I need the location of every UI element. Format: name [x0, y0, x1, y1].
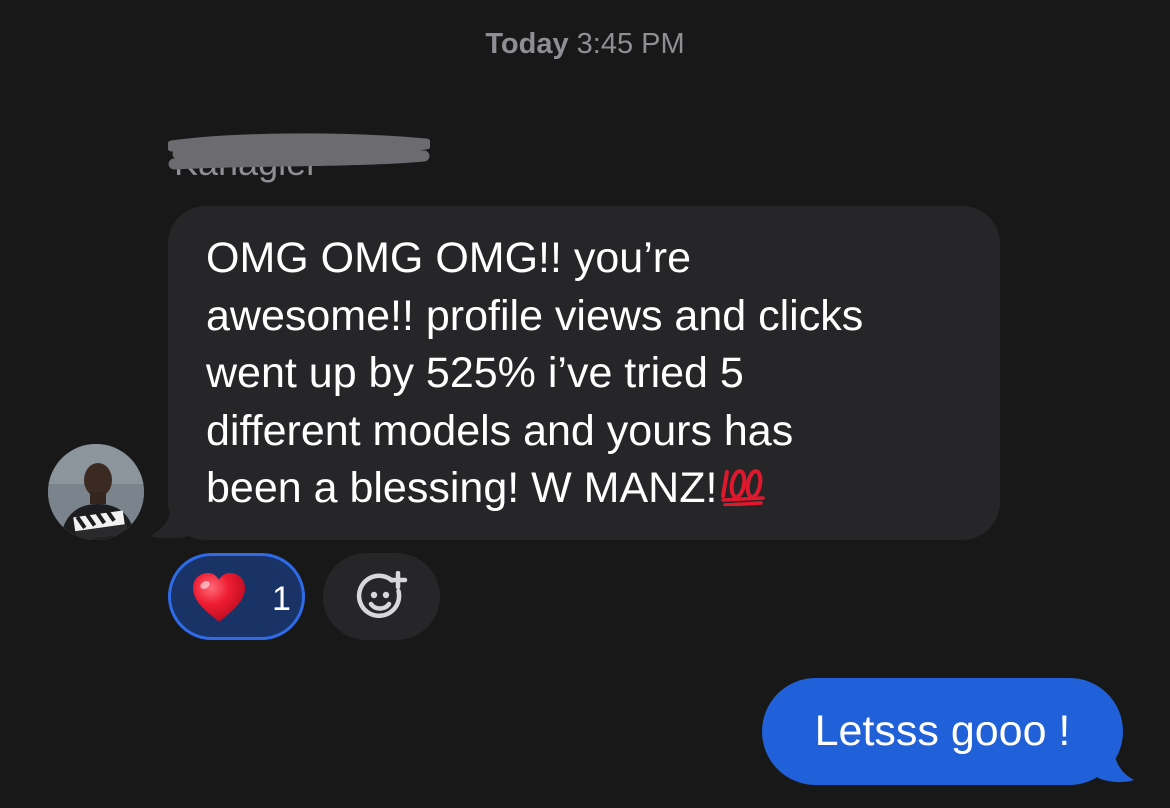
add-emoji-icon — [356, 571, 408, 619]
redaction-scribble — [168, 133, 430, 170]
timestamp-time: 3:45 PM — [576, 28, 685, 60]
heart-reaction-button[interactable]: 1 — [168, 553, 305, 640]
conversation-view: Today 3:45 PM Kahagler OMG OMG OMG!! you… — [0, 0, 1170, 808]
red-heart-icon — [193, 573, 245, 622]
message-timestamp: Today 3:45 PM — [0, 28, 1170, 61]
heart-reaction-count: 1 — [272, 580, 291, 618]
incoming-message-bubble[interactable]: OMG OMG OMG!! you’re awesome!! profile v… — [168, 206, 1000, 540]
hundred-points-icon — [721, 466, 767, 511]
avatar-photo — [48, 444, 144, 540]
add-reaction-button[interactable] — [323, 553, 440, 640]
outgoing-message-text: Letsss gooo ! — [814, 707, 1071, 755]
sender-avatar[interactable] — [48, 444, 144, 540]
timestamp-day: Today — [485, 28, 569, 60]
sender-name-redacted: Kahagler — [168, 132, 430, 184]
outgoing-message-bubble[interactable]: Letsss gooo ! — [762, 678, 1123, 785]
